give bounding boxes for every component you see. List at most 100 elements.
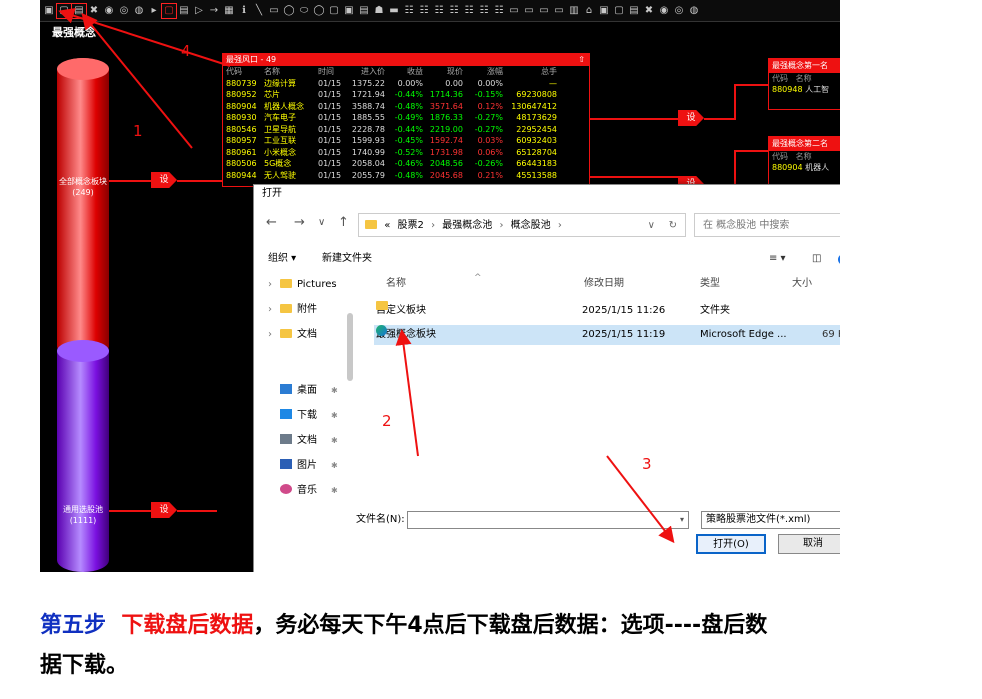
refresh-icon[interactable]: ↻ bbox=[669, 214, 677, 238]
nav-item[interactable]: › 文档 bbox=[268, 328, 317, 342]
toolbar-tool-icon[interactable]: ◎ bbox=[117, 4, 131, 18]
condition-node[interactable]: 设 bbox=[678, 110, 704, 126]
table-row[interactable]: 880952 芯片 01/15 1721.94 -0.44% 1714.36 -0.15% 6… bbox=[223, 89, 589, 101]
organize-menu[interactable]: 组织 ▾ bbox=[268, 247, 296, 271]
nav-item[interactable]: › Pictures bbox=[268, 278, 337, 292]
toolbar-tool-icon[interactable]: ⌂ bbox=[582, 4, 596, 18]
toolbar-tool-icon[interactable]: ▢ bbox=[612, 4, 626, 18]
open-button[interactable]: 打开(O) bbox=[696, 534, 766, 554]
chevron-down-icon[interactable]: ∨ bbox=[648, 214, 655, 238]
rank-2-panel[interactable]: 最强概念第二名 代码 名称 880904 机器人 bbox=[768, 136, 840, 190]
toolbar-tool-icon[interactable]: ▤ bbox=[71, 2, 87, 19]
table-row[interactable]: 880930 汽车电子 01/15 1885.55 -0.49% 1876.33 -0.27… bbox=[223, 112, 589, 124]
toolbar-tool-icon[interactable]: ▭ bbox=[552, 4, 566, 18]
toolbar-tool-icon[interactable]: ☗ bbox=[372, 4, 386, 18]
toolbar-tool-icon[interactable]: ✖ bbox=[87, 4, 101, 18]
toolbar-tool-icon[interactable]: ◯ bbox=[312, 4, 326, 18]
toolbar-tool-icon[interactable]: ☷ bbox=[477, 4, 491, 18]
open-file-dialog[interactable]: 打开 ✕ ← → ∨ ↑ « 股票2 › 最强概念池 › 概念股池 › ∨ ↻ … bbox=[253, 184, 840, 572]
toolbar-tool-icon[interactable]: ▤ bbox=[627, 4, 641, 18]
toolbar-tool-icon[interactable]: → bbox=[207, 4, 221, 18]
toolbar-tool-icon[interactable]: ☷ bbox=[402, 4, 416, 18]
nav-item[interactable]: 音乐 ✱ bbox=[280, 484, 338, 498]
chevron-right-icon[interactable]: › bbox=[268, 279, 272, 290]
toolbar-tool-icon[interactable]: ✖ bbox=[642, 4, 656, 18]
toolbar-tool-icon[interactable]: ▢ bbox=[161, 2, 177, 19]
cancel-button[interactable]: 取消 bbox=[778, 534, 840, 554]
chevron-right-icon[interactable]: › bbox=[558, 220, 562, 231]
toolbar-tool-icon[interactable]: ╲ bbox=[252, 4, 266, 18]
toolbar-tool-icon[interactable]: ▭ bbox=[537, 4, 551, 18]
toolbar-tool-icon[interactable]: ☷ bbox=[492, 4, 506, 18]
nav-item[interactable]: 下载 ✱ bbox=[280, 409, 338, 423]
pin-icon[interactable]: ⇧ bbox=[578, 54, 585, 66]
table-row[interactable]: 880904 机器人概念 01/15 3588.74 -0.48% 3571.64 0.12… bbox=[223, 101, 589, 113]
table-row[interactable]: 880506 5G概念 01/15 2058.04 -0.46% 2048.56 -0.26… bbox=[223, 158, 589, 170]
help-icon[interactable]: ? bbox=[838, 254, 840, 265]
chevron-down-icon[interactable]: ▾ bbox=[680, 512, 684, 528]
toolbar-tool-icon[interactable]: ▣ bbox=[342, 4, 356, 18]
table-row[interactable]: 880944 无人驾驶 01/15 2055.79 -0.48% 2045.68 0.21%… bbox=[223, 170, 589, 182]
toolbar-tool-icon[interactable]: ▥ bbox=[567, 4, 581, 18]
search-input[interactable]: 在 概念股池 中搜索 ⌕ bbox=[694, 213, 840, 237]
toolbar-tool-icon[interactable]: ▬ bbox=[387, 4, 401, 18]
address-bar[interactable]: « 股票2 › 最强概念池 › 概念股池 › ∨ ↻ bbox=[358, 213, 686, 237]
toolbar-tool-icon[interactable]: ◍ bbox=[132, 4, 146, 18]
toolbar-tool-icon[interactable]: ◉ bbox=[657, 4, 671, 18]
chevron-right-icon[interactable]: › bbox=[499, 220, 503, 231]
toolbar-tool-icon[interactable]: ☷ bbox=[447, 4, 461, 18]
address-part[interactable]: 最强概念池 bbox=[442, 220, 492, 231]
address-part[interactable]: 股票2 bbox=[398, 220, 424, 231]
toolbar-tool-icon[interactable]: ▭ bbox=[522, 4, 536, 18]
strongest-window-panel[interactable]: 最强风口 - 49 ⇧ 代码 名称 时间 进入价 收益 现价 涨幅 总手 880… bbox=[222, 53, 590, 187]
table-row[interactable]: 880739 边缘计算 01/15 1375.22 0.00% 0.00 0.00% — bbox=[223, 78, 589, 90]
all-concepts-cylinder[interactable]: 全部概念板块 (249) bbox=[57, 58, 109, 358]
toolbar-tool-icon[interactable]: ▸ bbox=[147, 4, 161, 18]
recent-locations-chevron-icon[interactable]: ∨ bbox=[318, 217, 325, 228]
toolbar-tool-icon[interactable]: ▭ bbox=[267, 4, 281, 18]
back-arrow-icon[interactable]: ← bbox=[266, 215, 277, 230]
file-row[interactable]: 自定义板块 2025/1/15 11:26 文件夹 bbox=[374, 301, 840, 321]
toolbar-tool-icon[interactable]: ▤ bbox=[357, 4, 371, 18]
address-part[interactable]: 概念股池 bbox=[511, 220, 551, 231]
filename-input[interactable]: ▾ bbox=[407, 511, 689, 529]
view-options-icon[interactable]: ≡ ▾ bbox=[769, 247, 786, 271]
column-header-name[interactable]: 名称 bbox=[386, 271, 406, 297]
table-row[interactable]: 880546 卫星导航 01/15 2228.78 -0.44% 2219.00 -0.27… bbox=[223, 124, 589, 136]
column-header-type[interactable]: 类型 bbox=[700, 271, 720, 297]
file-type-select[interactable]: 策略股票池文件(*.xml) ▾ bbox=[701, 511, 840, 529]
nav-item[interactable]: 图片 ✱ bbox=[280, 459, 338, 473]
toolbar-tool-icon[interactable]: ☷ bbox=[417, 4, 431, 18]
toolbar-tool-icon[interactable]: ▣ bbox=[42, 4, 56, 18]
nav-scrollbar[interactable] bbox=[347, 313, 353, 381]
toolbar-tool-icon[interactable]: ⬭ bbox=[297, 4, 311, 18]
toolbar-tool-icon[interactable]: ▣ bbox=[597, 4, 611, 18]
condition-node[interactable]: 设 bbox=[151, 502, 177, 518]
toolbar-tool-icon[interactable]: ☷ bbox=[462, 4, 476, 18]
nav-item[interactable]: 桌面 ✱ bbox=[280, 384, 338, 398]
new-folder-button[interactable]: 新建文件夹 bbox=[322, 247, 372, 271]
chevron-right-icon[interactable]: › bbox=[268, 329, 272, 340]
toolbar-tool-icon[interactable]: ℹ bbox=[237, 4, 251, 18]
up-arrow-icon[interactable]: ↑ bbox=[338, 215, 349, 230]
table-row[interactable]: 880961 小米概念 01/15 1740.99 -0.52% 1731.98 0.06%… bbox=[223, 147, 589, 159]
column-header-modified[interactable]: 修改日期 bbox=[584, 271, 624, 297]
chevron-right-icon[interactable]: › bbox=[268, 304, 272, 315]
toolbar-tool-icon[interactable]: ▦ bbox=[222, 4, 236, 18]
toolbar-tool-icon[interactable]: ◎ bbox=[672, 4, 686, 18]
column-header-size[interactable]: 大小 bbox=[792, 271, 812, 297]
toolbar-tool-icon[interactable]: ▢ bbox=[56, 2, 72, 19]
nav-item[interactable]: 文档 ✱ bbox=[280, 434, 338, 448]
rank-1-panel[interactable]: 最强概念第一名 代码 名称 880948 人工智 bbox=[768, 58, 840, 110]
stock-pool-cylinder[interactable]: 通用选股池 (1111) bbox=[57, 340, 109, 572]
toolbar-tool-icon[interactable]: ▤ bbox=[177, 4, 191, 18]
toolbar-tool-icon[interactable]: ◍ bbox=[687, 4, 701, 18]
condition-node[interactable]: 设 bbox=[151, 172, 177, 188]
toolbar-tool-icon[interactable]: ▢ bbox=[327, 4, 341, 18]
toolbar-tool-icon[interactable]: ☷ bbox=[432, 4, 446, 18]
table-row[interactable]: 880957 工业互联 01/15 1599.93 -0.45% 1592.74 0.03%… bbox=[223, 135, 589, 147]
toolbar-tool-icon[interactable]: ◯ bbox=[282, 4, 296, 18]
preview-pane-icon[interactable]: ◫ bbox=[812, 247, 821, 271]
toolbar-tool-icon[interactable]: ▷ bbox=[192, 4, 206, 18]
file-row[interactable]: 最强概念板块 2025/1/15 11:19 Microsoft Edge ... 6… bbox=[374, 325, 840, 345]
